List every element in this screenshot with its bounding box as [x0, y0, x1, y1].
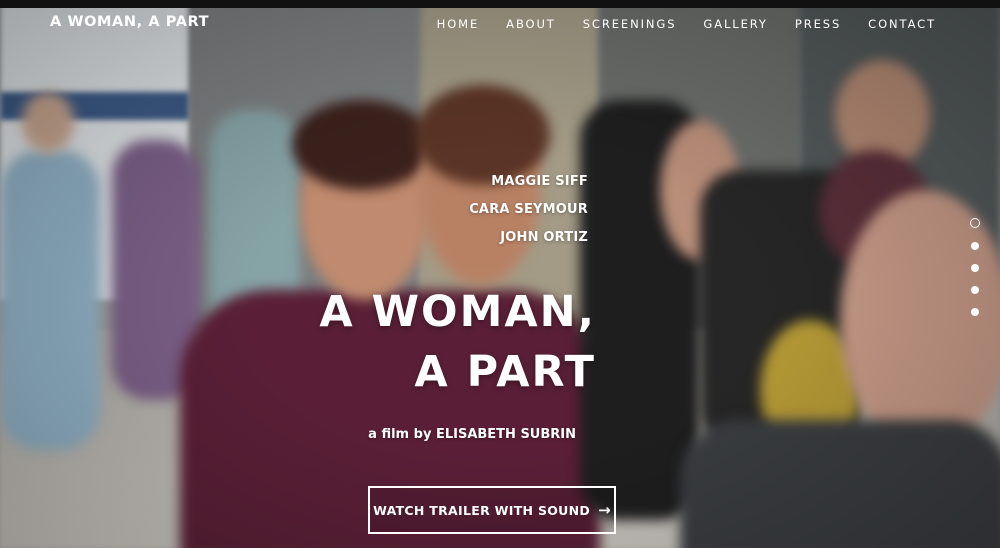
top-strip [0, 0, 1000, 8]
site-title[interactable]: A WOMAN, A PART [50, 14, 209, 30]
byline-prefix: a film by [368, 427, 432, 442]
cast-list: MAGGIE SIFF CARA SEYMOUR JOHN ORTIZ [469, 168, 588, 252]
slide-pagination [970, 218, 980, 316]
nav-home[interactable]: HOME [437, 17, 480, 31]
slide-dot-1[interactable] [970, 218, 980, 228]
nav-about[interactable]: ABOUT [506, 17, 556, 31]
hero-section: A WOMAN, A PART HOME ABOUT SCREENINGS GA… [0, 0, 1000, 548]
slide-dot-3[interactable] [971, 264, 979, 272]
film-title-line: A WOMAN, [319, 287, 596, 337]
cast-member: JOHN ORTIZ [500, 230, 588, 245]
slide-dot-2[interactable] [971, 242, 979, 250]
cast-member: CARA SEYMOUR [469, 202, 588, 217]
main-nav: HOME ABOUT SCREENINGS GALLERY PRESS CONT… [437, 17, 936, 31]
nav-press[interactable]: PRESS [795, 17, 841, 31]
director-name: ELISABETH SUBRIN [435, 427, 576, 442]
watch-trailer-button[interactable]: WATCH TRAILER WITH SOUND → [368, 486, 616, 534]
watch-trailer-label: WATCH TRAILER WITH SOUND [373, 502, 591, 518]
arrow-right-icon: → [598, 501, 611, 519]
slide-dot-4[interactable] [971, 286, 979, 294]
nav-screenings[interactable]: SCREENINGS [583, 17, 677, 31]
film-title-line: A PART [414, 347, 596, 397]
nav-contact[interactable]: CONTACT [868, 17, 936, 31]
film-title: A WOMAN, A PART [319, 282, 596, 402]
image-overlay [0, 0, 1000, 548]
slide-dot-5[interactable] [971, 308, 979, 316]
film-byline: a film by ELISABETH SUBRIN [368, 427, 576, 442]
nav-gallery[interactable]: GALLERY [703, 17, 767, 31]
cast-member: MAGGIE SIFF [491, 174, 588, 189]
